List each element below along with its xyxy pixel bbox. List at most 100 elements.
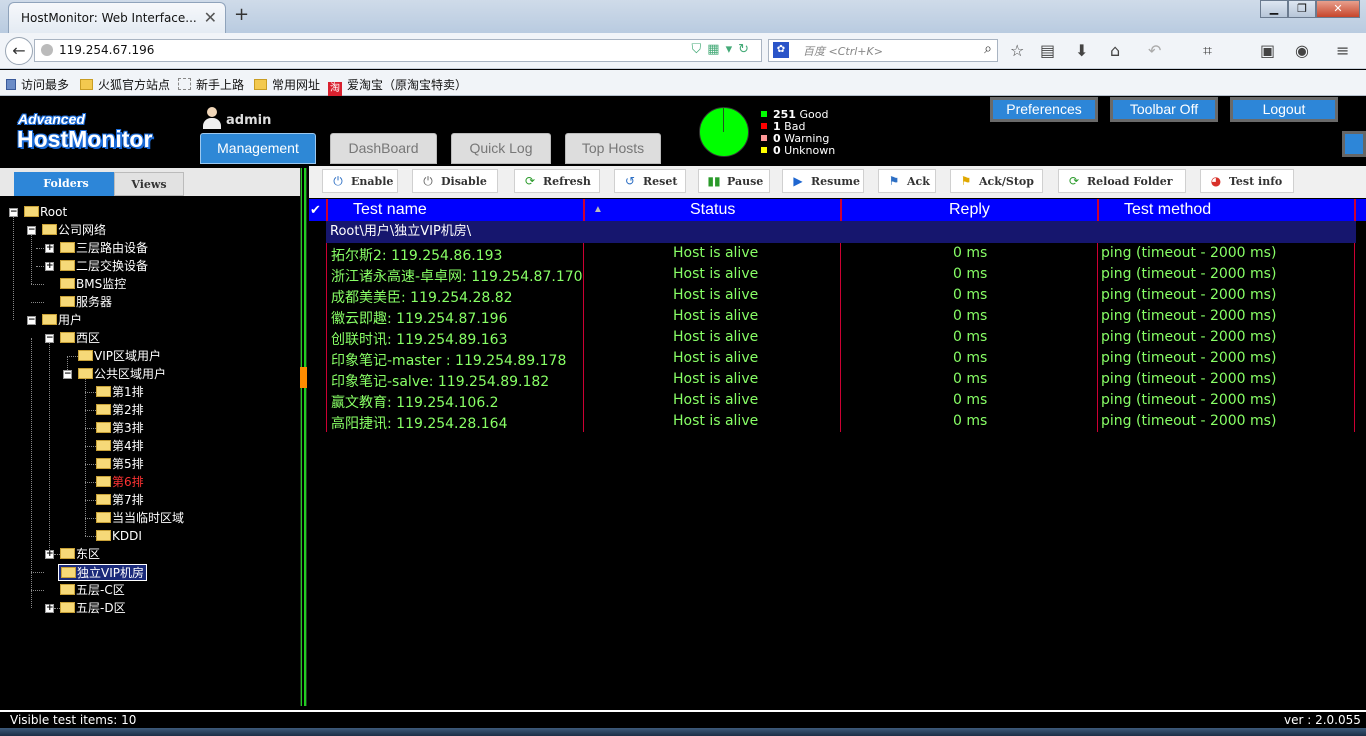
tree-node-floor5-c[interactable]: 五层-C区 xyxy=(60,582,125,599)
tree-node-row-6[interactable]: 第6排 xyxy=(96,474,144,491)
collapse-company-network-icon[interactable]: − xyxy=(27,226,36,235)
tree-node-row-7[interactable]: 第7排 xyxy=(96,492,144,509)
menu-icon[interactable]: ≡ xyxy=(1336,41,1349,60)
tree-node-kddi[interactable]: KDDI xyxy=(96,528,142,545)
tree-node-row-1[interactable]: 第1排 xyxy=(96,384,144,401)
tree-node-vip-users[interactable]: VIP区域用户 xyxy=(78,348,161,365)
tree-node-floor5-d[interactable]: 五层-D区 xyxy=(60,600,126,617)
minimize-window-button[interactable]: ▁ xyxy=(1260,0,1288,18)
bookmark-most-visited[interactable]: 访问最多 xyxy=(6,76,69,93)
preferences-button[interactable]: Preferences xyxy=(990,97,1098,122)
resume-button[interactable]: ▶ Resume xyxy=(782,169,864,193)
undo-icon[interactable]: ↶ xyxy=(1148,41,1161,60)
tree-node-row-2[interactable]: 第2排 xyxy=(96,402,144,419)
reading-list-icon[interactable]: ▤ xyxy=(1040,41,1055,60)
tree-node-l2-switch[interactable]: 二层交换设备 xyxy=(60,258,148,275)
table-row[interactable]: 浙江诸永高速-卓卓网: 119.254.87.170 Host is alive 0… xyxy=(326,264,1366,285)
close-window-button[interactable]: ✕ xyxy=(1316,0,1360,18)
tree-node-west-zone[interactable]: 西区 xyxy=(60,330,100,347)
folder-icon xyxy=(60,584,75,595)
tab-top-hosts[interactable]: Top Hosts xyxy=(565,133,661,164)
tree-node-company-network[interactable]: 公司网络 xyxy=(42,222,106,239)
table-row[interactable]: 徽云即趣: 119.254.87.196 Host is alive 0 ms pin… xyxy=(326,306,1366,327)
table-row[interactable]: 拓尔斯2: 119.254.86.193 Host is alive 0 ms pin… xyxy=(326,243,1366,264)
table-row[interactable]: 成都美美臣: 119.254.28.82 Host is alive 0 ms pin… xyxy=(326,285,1366,306)
tree-node-servers[interactable]: 服务器 xyxy=(60,294,112,311)
tab-dashboard[interactable]: DashBoard xyxy=(330,133,437,164)
expand-east-zone-icon[interactable]: + xyxy=(45,550,54,559)
table-row[interactable]: 创联时讯: 119.254.89.163 Host is alive 0 ms pin… xyxy=(326,327,1366,348)
tab-quick-log[interactable]: Quick Log xyxy=(451,133,551,164)
tree-node-east-zone[interactable]: 东区 xyxy=(60,546,100,563)
url-input[interactable]: 119.254.67.196 ⛉▦▾↻ xyxy=(34,39,762,62)
collapse-users-icon[interactable]: − xyxy=(27,316,36,325)
enable-button[interactable]: ⏻ Enable xyxy=(322,169,398,193)
tree-node-bms[interactable]: BMS监控 xyxy=(60,276,126,293)
table-row[interactable]: 赢文教育: 119.254.106.2 Host is alive 0 ms ping… xyxy=(326,390,1366,411)
tree-node-root[interactable]: Root xyxy=(24,204,67,221)
url-bar-icons[interactable]: ⛉▦▾↻ xyxy=(692,42,755,57)
table-row[interactable]: 高阳捷讯: 119.254.28.164 Host is alive 0 ms pin… xyxy=(326,411,1366,432)
table-row[interactable]: 印象笔记-master : 119.254.89.178 Host is aliv… xyxy=(326,348,1366,369)
test-info-button[interactable]: ◕ Test info xyxy=(1200,169,1294,193)
logout-button[interactable]: Logout xyxy=(1230,97,1338,122)
tab-management[interactable]: Management xyxy=(200,133,316,164)
browser-tab[interactable]: HostMonitor: Web Interface... ✕ xyxy=(8,2,226,33)
tree-node-row-4[interactable]: 第4排 xyxy=(96,438,144,455)
maximize-window-button[interactable]: ❐ xyxy=(1288,0,1316,18)
bookmark-star-icon[interactable]: ☆ xyxy=(1010,41,1024,60)
select-all-check-icon[interactable]: ✔ xyxy=(310,199,321,221)
expand-l3-routing-icon[interactable]: + xyxy=(45,244,54,253)
collapse-root-icon[interactable]: − xyxy=(9,208,18,217)
back-arrow-icon[interactable]: ← xyxy=(5,37,33,65)
tree-node-public-users[interactable]: 公共区域用户 xyxy=(78,366,166,383)
bookmark-common-sites[interactable]: 常用网址 xyxy=(254,76,320,93)
search-input[interactable]: ✿ 百度 <Ctrl+K> ⌕ xyxy=(768,39,998,62)
reset-button[interactable]: ↺ Reset xyxy=(614,169,686,193)
toolbar-off-button[interactable]: Toolbar Off xyxy=(1110,97,1218,122)
tree-node-l3-routing[interactable]: 三层路由设备 xyxy=(60,240,148,257)
crop-icon[interactable]: ⌗ xyxy=(1203,41,1212,61)
table-row[interactable]: 印象笔记-salve: 119.254.89.182 Host is alive 0… xyxy=(326,369,1366,390)
tree-node-row-5[interactable]: 第5排 xyxy=(96,456,144,473)
pane-splitter[interactable] xyxy=(300,168,307,706)
download-icon[interactable]: ⬇ xyxy=(1075,41,1088,60)
close-tab-icon[interactable]: ✕ xyxy=(204,8,217,27)
translate-icon[interactable]: ▣ xyxy=(1260,41,1275,60)
collapse-public-users-icon[interactable]: − xyxy=(63,370,72,379)
folder-icon xyxy=(60,548,75,559)
column-reply[interactable]: Reply xyxy=(949,199,990,221)
tab-views[interactable]: Views xyxy=(114,172,184,196)
tab-folders[interactable]: Folders xyxy=(14,172,118,196)
bookmark-taobao[interactable]: 淘爱淘宝（原淘宝特卖） xyxy=(328,76,467,96)
ack-stop-button[interactable]: ⚑ Ack/Stop xyxy=(950,169,1043,193)
tree-node-dangdang-temp[interactable]: 当当临时区域 xyxy=(96,510,184,527)
tree-node-row-3[interactable]: 第3排 xyxy=(96,420,144,437)
reload-folder-button[interactable]: ⟳ Reload Folder xyxy=(1058,169,1186,193)
panel-edge-button[interactable] xyxy=(1342,131,1366,157)
bookmark-firefox-site[interactable]: 火狐官方站点 xyxy=(80,76,170,93)
ack-button[interactable]: ⚑ Ack xyxy=(878,169,936,193)
tree-node-vip-room-selected[interactable]: 独立VIP机房 xyxy=(58,564,147,581)
sort-ascending-icon[interactable]: ▲ xyxy=(593,199,603,221)
home-icon[interactable]: ⌂ xyxy=(1110,41,1120,60)
flag-icon: ⚑ xyxy=(888,174,900,188)
chat-icon[interactable]: ◉ xyxy=(1295,41,1309,60)
bookmark-getting-started[interactable]: 新手上路 xyxy=(178,76,244,93)
pie-info-icon: ◕ xyxy=(1210,174,1222,188)
pause-button[interactable]: ▮▮ Pause xyxy=(698,169,770,193)
expand-l2-switch-icon[interactable]: + xyxy=(45,262,54,271)
collapse-west-zone-icon[interactable]: − xyxy=(45,334,54,343)
baidu-paw-icon[interactable]: ✿ xyxy=(773,42,789,58)
splitter-handle[interactable] xyxy=(300,367,307,388)
column-test-method[interactable]: Test method xyxy=(1124,199,1211,221)
column-test-name[interactable]: Test name xyxy=(353,199,427,221)
expand-floor5-d-icon[interactable]: + xyxy=(45,604,54,613)
refresh-button[interactable]: ⟳ Refresh xyxy=(514,169,600,193)
search-icon[interactable]: ⌕ xyxy=(984,41,992,57)
tree-node-users[interactable]: 用户 xyxy=(42,312,82,329)
os-taskbar xyxy=(0,728,1366,736)
column-status[interactable]: Status xyxy=(690,199,735,221)
new-tab-icon[interactable]: + xyxy=(234,4,249,25)
disable-button[interactable]: ⏻ Disable xyxy=(412,169,498,193)
